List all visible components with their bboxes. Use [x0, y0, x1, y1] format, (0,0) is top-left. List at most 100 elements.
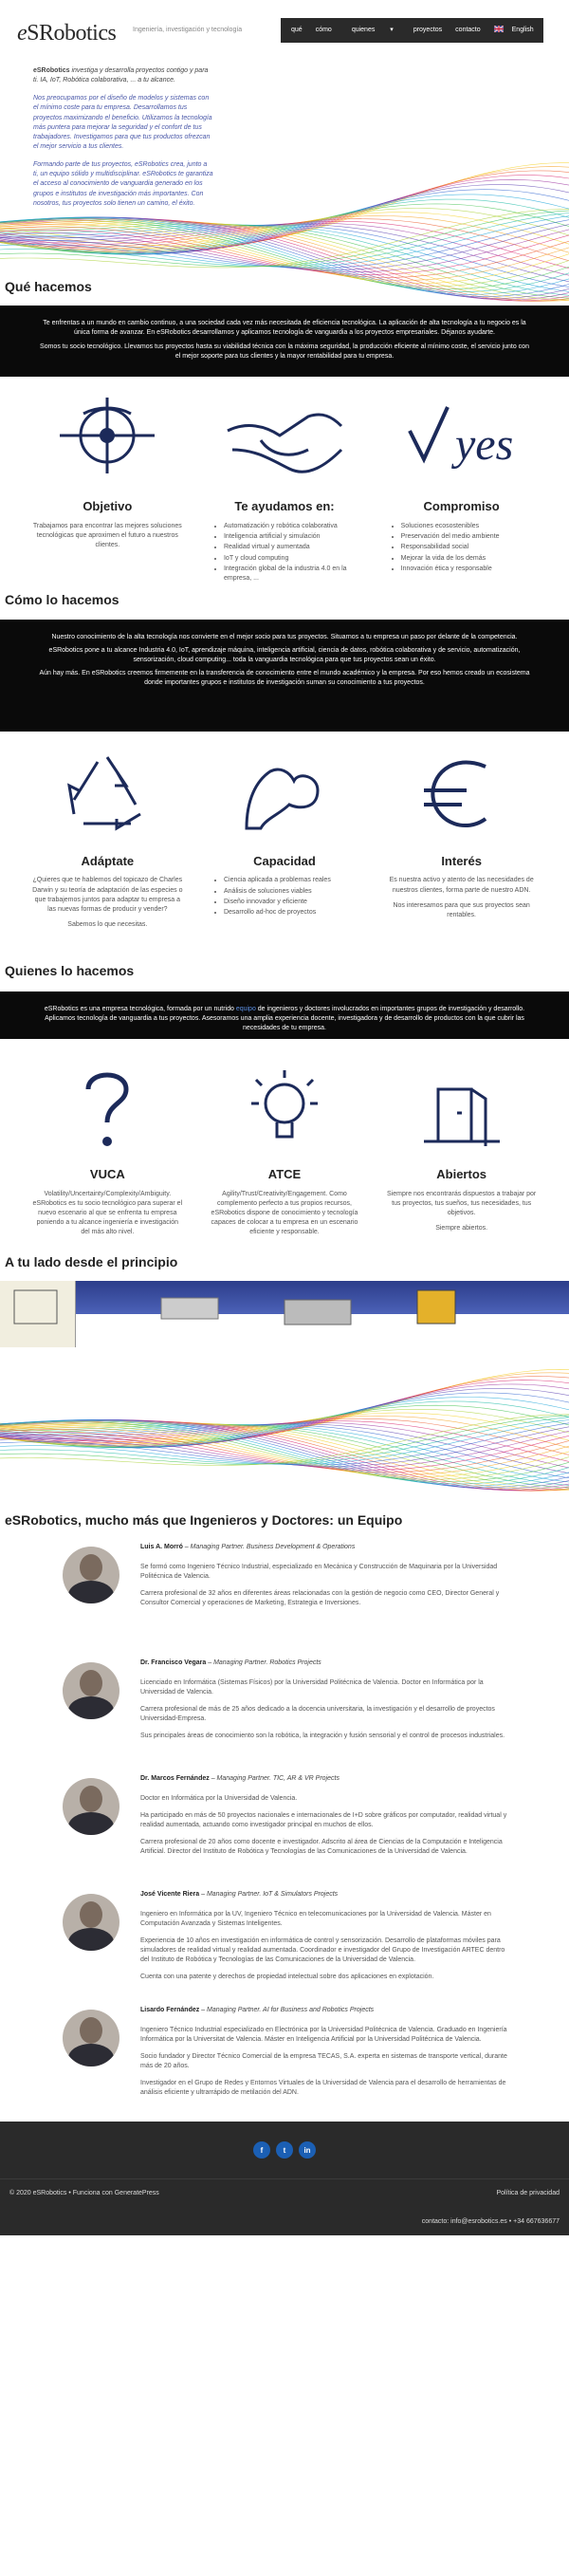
avatar: [63, 1547, 119, 1604]
team-member: José Vicente Riera – Managing Partner. I…: [0, 1890, 569, 1996]
social-bar: f t in: [0, 2122, 569, 2179]
member-name: Luis A. Morró – Managing Partner. Busine…: [140, 1544, 356, 1551]
list-item: Realidad virtual y aumentada: [224, 543, 360, 552]
intro-paragraph: Formando parte de tus proyectos, eSRobot…: [33, 161, 213, 207]
euro-icon: [386, 743, 538, 847]
avatar: [63, 1778, 119, 1836]
nav-item-english[interactable]: English: [487, 25, 547, 35]
member-bio: Luis A. Morró – Managing Partner. Busine…: [140, 1543, 512, 1649]
contact-line: contacto: info@esrobotics.es • +34 66763…: [421, 2218, 560, 2226]
member-paragraph: Experiencia de 10 años en investigación …: [140, 1937, 505, 1964]
robot-renders: [13, 1289, 456, 1325]
section-title-team: eSRobotics, mucho más que Ingenieros y D…: [5, 1512, 403, 1529]
member-name: José Vicente Riera – Managing Partner. I…: [140, 1891, 339, 1899]
intro-paragraph: eSRobotics investiga y desarrolla proyec…: [33, 67, 209, 84]
member-name: Dr. Marcos Fernández – Managing Partner.…: [140, 1775, 340, 1783]
main-nav: qué cómo quienes ▾ proyectos contacto En…: [281, 18, 543, 43]
member-paragraph: Sus principales áreas de conocimiento so…: [140, 1733, 505, 1740]
member-paragraph: Doctor en Informática por la Universidad…: [140, 1794, 298, 1802]
banner-text: eSRobotics pone a tu alcance Industria 4…: [48, 646, 521, 663]
open-door-icon: [386, 1056, 538, 1160]
team-member: Dr. Francisco Vegara – Managing Partner.…: [0, 1659, 569, 1765]
lightbulb-icon: [209, 1056, 360, 1160]
contact-email[interactable]: contacto: info@esrobotics.es: [422, 2218, 507, 2225]
feature-list: Ciencia aplicada a problemas reales Anál…: [209, 876, 360, 917]
banner-text: eSRobotics es una empresa tecnológica, f…: [44, 1005, 525, 1032]
section-title-como: Cómo lo hacemos: [5, 592, 119, 608]
contact-phone[interactable]: +34 667636677: [513, 2218, 560, 2225]
feature-adaptate: Adáptate ¿Quieres que te hablemos del to…: [31, 743, 183, 952]
facebook-icon[interactable]: f: [253, 2141, 270, 2159]
avatar: [63, 2010, 119, 2067]
nav-item-proyectos[interactable]: proyectos: [407, 26, 449, 35]
list-item: Integración global de la industria 4.0 e…: [224, 565, 360, 584]
list-item: Preservación del medio ambiente: [401, 532, 538, 542]
list-item: Mejorar la vida de los demás: [401, 554, 538, 564]
robots-banner-image: [0, 1281, 569, 1348]
intro-paragraph: Nos preocupamos por el diseño de modelos…: [33, 95, 212, 150]
feature-text: Sabemos lo que necesitas.: [67, 921, 148, 928]
banner-text: Aún hay más. En eSRobotics creemos firme…: [39, 670, 530, 687]
list-item: Responsabilidad social: [401, 543, 538, 552]
nav-item-quienes[interactable]: quienes ▾: [339, 26, 407, 35]
quienes-banner: eSRobotics es una empresa tecnológica, f…: [0, 991, 569, 1039]
feature-title: Abiertos: [436, 1166, 486, 1181]
twitter-icon[interactable]: t: [276, 2141, 293, 2159]
section-title-principio: A tu lado desde el principio: [5, 1253, 178, 1269]
recycle-arrows-icon: [31, 743, 183, 847]
member-paragraph: Ha participado en más de 50 proyectos na…: [140, 1811, 507, 1828]
nav-item-contacto[interactable]: contacto: [449, 26, 486, 35]
feature-text: Siempre abiertos.: [435, 1225, 488, 1232]
member-paragraph: Ingeniero Técnico Industrial especializa…: [140, 2026, 507, 2043]
feature-title: Objetivo: [83, 499, 133, 514]
quienes-columns: VUCA Volatility/Uncertainty/Complexity/A…: [0, 1056, 569, 1251]
member-name: Dr. Francisco Vegara – Managing Partner.…: [140, 1659, 321, 1667]
site-footer: © 2020 eSRobotics • Funciona con Generat…: [0, 2178, 569, 2236]
member-name: Lisardo Fernández – Managing Partner. AI…: [140, 2007, 375, 2014]
como-banner: Nuestro conocimiento de la alta tecnolog…: [0, 619, 569, 732]
team-member: Dr. Marcos Fernández – Managing Partner.…: [0, 1774, 569, 1881]
uk-flag-icon: [493, 25, 505, 33]
member-paragraph: Licenciado en Informática (Sistemas Físi…: [140, 1678, 484, 1696]
equipo-link[interactable]: equipo: [236, 1006, 256, 1012]
member-bio: Dr. Francisco Vegara – Managing Partner.…: [140, 1659, 512, 1765]
feature-text: ¿Quieres que te hablemos del topicazo de…: [32, 877, 183, 913]
nav-item-como[interactable]: cómo: [309, 26, 339, 35]
section-title-quienes: Quienes lo hacemos: [5, 962, 135, 978]
site-logo[interactable]: eSRobotics: [17, 17, 117, 50]
handshake-icon: [209, 388, 360, 492]
feature-list: Soluciones ecosostenibles Preservación d…: [386, 522, 538, 574]
feature-list: Automatización y robótica colaborativa I…: [209, 522, 360, 584]
checkmark-yes-icon: yes: [386, 388, 538, 492]
privacy-link[interactable]: Política de privacidad: [496, 2189, 560, 2198]
como-columns: Adáptate ¿Quieres que te hablemos del to…: [0, 743, 569, 952]
team-member: Lisardo Fernández – Managing Partner. AI…: [0, 2006, 569, 2112]
linkedin-icon[interactable]: in: [299, 2141, 316, 2159]
feature-title: Capacidad: [253, 853, 316, 868]
member-paragraph: Carrera profesional de más de 25 años de…: [140, 1705, 495, 1723]
member-paragraph: Cuenta con una patente y derechos de pro…: [140, 1974, 434, 1981]
intro-text: eSRobotics investiga y desarrolla proyec…: [33, 66, 213, 217]
member-paragraph: Ingeniero en Informática por la UV, Inge…: [140, 1910, 491, 1927]
rainbow-wave-graphic: [0, 1369, 569, 1492]
feature-objetivo: Objetivo Trabajamos para encontrar las m…: [31, 388, 183, 583]
chevron-down-icon: ▾: [390, 26, 394, 33]
feature-text: Trabajamos para encontrar las mejores so…: [32, 523, 182, 549]
feature-title: VUCA: [89, 1166, 125, 1181]
avatar: [63, 1662, 119, 1720]
nav-item-que[interactable]: qué: [284, 26, 309, 35]
team-member: Luis A. Morró – Managing Partner. Busine…: [0, 1543, 569, 1649]
avatar: [63, 1894, 119, 1952]
list-item: Análisis de soluciones viables: [224, 887, 360, 897]
feature-ayudamos: Te ayudamos en: Automatización y robótic…: [209, 388, 360, 583]
feature-text: Nos interesamos para que sus proyectos s…: [393, 901, 530, 918]
list-item: Innovación ética y responsable: [401, 565, 538, 574]
list-item: Ciencia aplicada a problemas reales: [224, 876, 360, 885]
member-paragraph: Carrera profesional de 32 años en difere…: [140, 1589, 500, 1607]
list-item: Soluciones ecosostenibles: [401, 522, 538, 531]
member-paragraph: Investigador en el Grupo de Redes y Ento…: [140, 2080, 506, 2097]
team-list: Luis A. Morró – Managing Partner. Busine…: [0, 1543, 569, 2112]
list-item: Inteligencia artificial y simulación: [224, 532, 360, 542]
banner-text: Nuestro conocimiento de la alta tecnolog…: [51, 633, 518, 640]
list-item: Diseño innovador y eficiente: [224, 898, 360, 907]
